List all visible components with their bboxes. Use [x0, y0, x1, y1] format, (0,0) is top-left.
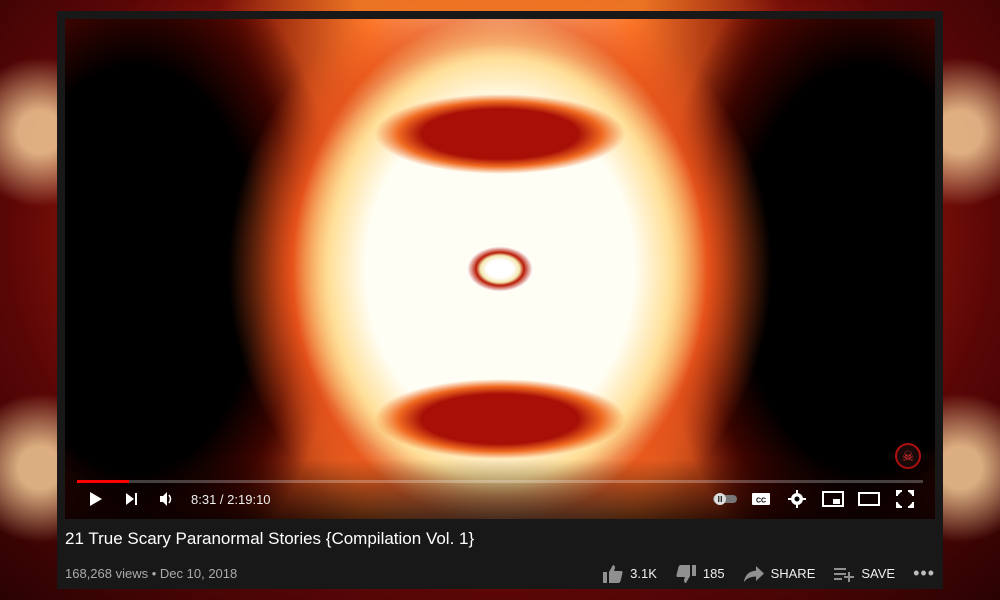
share-icon	[743, 565, 764, 582]
captions-button[interactable]: CC	[743, 485, 779, 513]
like-count: 3.1K	[630, 566, 657, 581]
next-button[interactable]	[113, 485, 149, 513]
next-icon	[126, 493, 137, 505]
like-icon	[603, 564, 623, 583]
play-button[interactable]	[77, 485, 113, 513]
autoplay-toggle[interactable]	[707, 485, 743, 513]
time-separator: /	[216, 491, 228, 507]
duration: 2:19:10	[227, 491, 271, 507]
meta-dot: •	[148, 566, 160, 581]
save-button[interactable]: SAVE	[833, 566, 895, 582]
progress-bar[interactable]	[77, 480, 923, 483]
view-count-date: 168,268 views • Dec 10, 2018	[65, 566, 237, 581]
like-button[interactable]: 3.1K	[602, 564, 657, 584]
share-label: SHARE	[770, 566, 816, 581]
save-playlist-icon	[834, 567, 855, 582]
video-meta-row: 168,268 views • Dec 10, 2018 3.1K 185 SH…	[65, 563, 935, 584]
dislike-button[interactable]: 185	[675, 564, 725, 584]
more-actions-icon[interactable]: •••	[913, 563, 935, 584]
dislike-icon	[676, 564, 696, 583]
play-icon	[90, 492, 102, 506]
video-frame[interactable]	[65, 19, 935, 519]
theater-mode-button[interactable]	[851, 485, 887, 513]
share-button[interactable]: SHARE	[743, 565, 816, 583]
time-display: 8:31 / 2:19:10	[191, 492, 271, 507]
fullscreen-icon	[896, 490, 914, 508]
svg-text:CC: CC	[756, 498, 766, 505]
dislike-count: 185	[702, 566, 725, 581]
save-label: SAVE	[861, 566, 896, 581]
autoplay-toggle-icon	[713, 493, 737, 505]
video-actions: 3.1K 185 SHARE SAVE •••	[584, 563, 935, 584]
video-panel: ☠ 8:31 / 2:19:10 CC 21 True Scary Parano…	[57, 11, 943, 589]
view-count: 168,268 views	[65, 566, 149, 581]
video-player[interactable]: ☠ 8:31 / 2:19:10 CC	[65, 19, 935, 519]
video-title: 21 True Scary Paranormal Stories {Compil…	[65, 529, 475, 548]
captions-icon: CC	[752, 493, 770, 505]
volume-button[interactable]	[149, 485, 185, 513]
miniplayer-icon	[822, 491, 844, 507]
miniplayer-button[interactable]	[815, 485, 851, 513]
upload-date: Dec 10, 2018	[159, 566, 238, 581]
volume-icon	[160, 492, 172, 506]
theater-icon	[858, 492, 880, 506]
settings-icon	[788, 490, 806, 508]
fullscreen-button[interactable]	[887, 485, 923, 513]
progress-played	[77, 480, 129, 483]
video-info: 21 True Scary Paranormal Stories {Compil…	[65, 527, 935, 584]
settings-button[interactable]	[779, 485, 815, 513]
current-time: 8:31	[191, 491, 217, 507]
player-controls: 8:31 / 2:19:10 CC	[77, 485, 923, 513]
